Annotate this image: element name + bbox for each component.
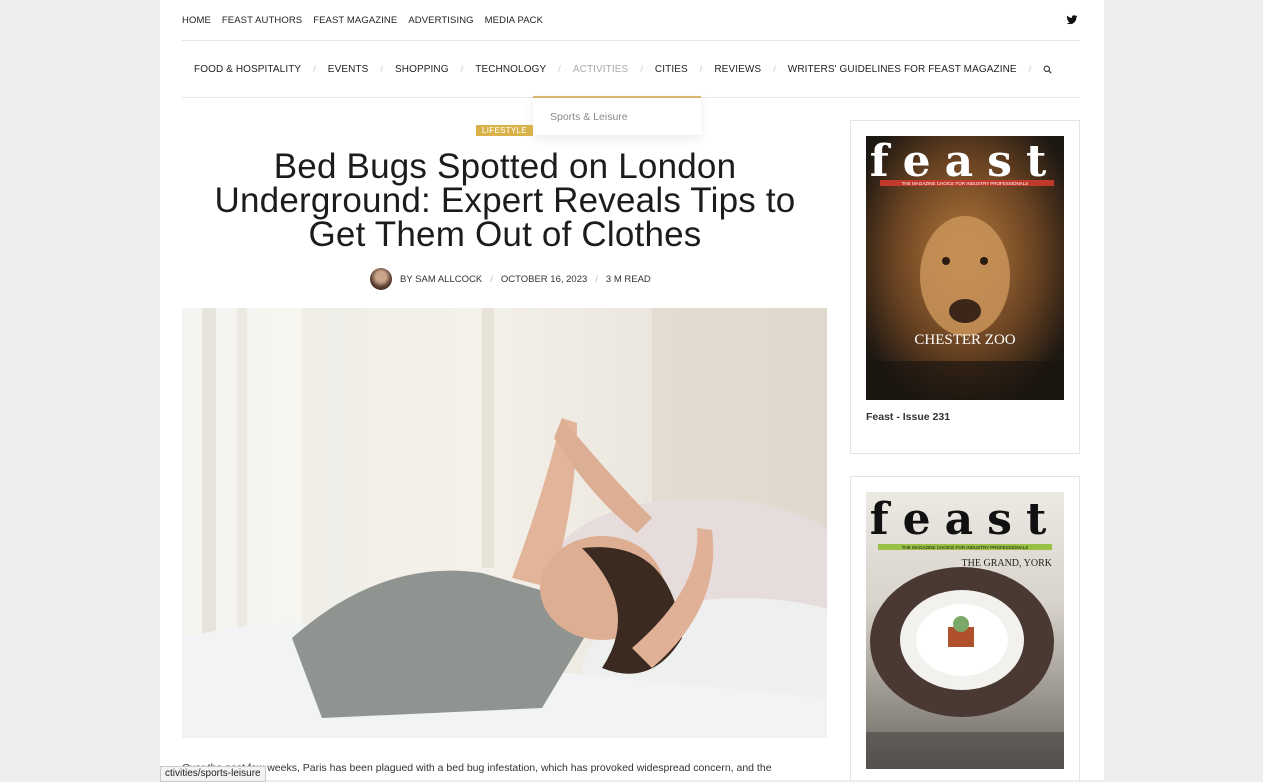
top-nav-advertising[interactable]: ADVERTISING [408,15,473,26]
nav-item-label: CITIES [654,63,688,75]
top-nav-home[interactable]: HOME [182,15,211,26]
read-time: 3 M READ [605,273,651,285]
top-nav-feast-magazine[interactable]: FEAST MAGAZINE [313,15,397,26]
activities-dropdown: Sports & Leisure [533,96,701,135]
nav-item-label: WRITERS' GUIDELINES FOR FEAST MAGAZINE [787,63,1017,75]
search-icon[interactable] [1043,65,1052,74]
dropdown-item-sports-leisure[interactable]: Sports & Leisure [550,111,628,123]
category-badge[interactable]: LIFESTYLE [476,125,533,136]
nav-item-activities[interactable]: ACTIVITIES / [561,64,643,75]
nav-item-technology[interactable]: TECHNOLOGY / [463,64,561,75]
author-name[interactable]: BY SAM ALLCOCK [400,274,482,285]
nav-item-writers-guidelines[interactable]: WRITERS' GUIDELINES FOR FEAST MAGAZINE / [776,64,1032,75]
meta-separator: / [490,273,493,285]
magazine-headline: THE GRAND, YORK [962,558,1053,569]
nav-item-reviews[interactable]: REVIEWS / [702,64,775,75]
magazine-widget-2: feast THE MAGAZINE CHOICE FOR INDUSTRY P… [850,476,1080,780]
article-excerpt: Over the past few weeks, Paris has been … [182,762,772,774]
magazine-brand: feast [870,136,1061,187]
top-nav-feast-authors[interactable]: FEAST AUTHORS [222,15,302,26]
nav-item-label: SHOPPING [395,63,449,75]
nav-item-label: EVENTS [327,63,369,75]
hero-image [182,308,827,738]
nav-item-food-hospitality[interactable]: FOOD & HOSPITALITY / [182,64,316,75]
magazine-brand: feast [870,494,1061,545]
article-date: OCTOBER 16, 2023 [500,273,588,285]
main-nav: FOOD & HOSPITALITY / EVENTS / SHOPPING / TE… [182,40,1080,98]
magazine-widget-1: feast THE MAGAZINE CHOICE FOR INDUSTRY P… [850,120,1080,454]
author-avatar[interactable] [370,268,392,290]
top-nav-media-pack[interactable]: MEDIA PACK [485,15,543,26]
page: HOME FEAST AUTHORS FEAST MAGAZINE ADVERT… [160,0,1104,780]
nav-item-label: FOOD & HOSPITALITY [194,63,302,75]
article-title: Bed Bugs Spotted on London Underground: … [214,147,796,254]
magazine-tagline: THE MAGAZINE CHOICE FOR INDUSTRY PROFESS… [902,545,1029,550]
magazine-caption[interactable]: Feast - Issue 231 [866,411,950,423]
nav-item-label: ACTIVITIES [572,63,629,75]
magazine-tagline: THE MAGAZINE CHOICE FOR INDUSTRY PROFESS… [902,181,1029,186]
top-nav: HOME FEAST AUTHORS FEAST MAGAZINE ADVERT… [182,15,543,26]
meta-separator: / [595,273,598,285]
nav-separator: / [1028,64,1032,74]
nav-item-cities[interactable]: CITIES / [643,64,702,75]
magazine-cover-2[interactable]: feast THE MAGAZINE CHOICE FOR INDUSTRY P… [866,492,1064,769]
nav-item-label: TECHNOLOGY [475,63,547,75]
nav-item-label: REVIEWS [714,63,762,75]
nav-item-shopping[interactable]: SHOPPING / [383,64,463,75]
magazine-cover-1[interactable]: feast THE MAGAZINE CHOICE FOR INDUSTRY P… [866,136,1064,400]
article-meta: BY SAM ALLCOCK / OCTOBER 16, 2023 / 3 M … [370,268,651,290]
magazine-headline: CHESTER ZOO [914,332,1015,348]
nav-item-events[interactable]: EVENTS / [316,64,383,75]
twitter-icon[interactable] [1066,14,1078,26]
